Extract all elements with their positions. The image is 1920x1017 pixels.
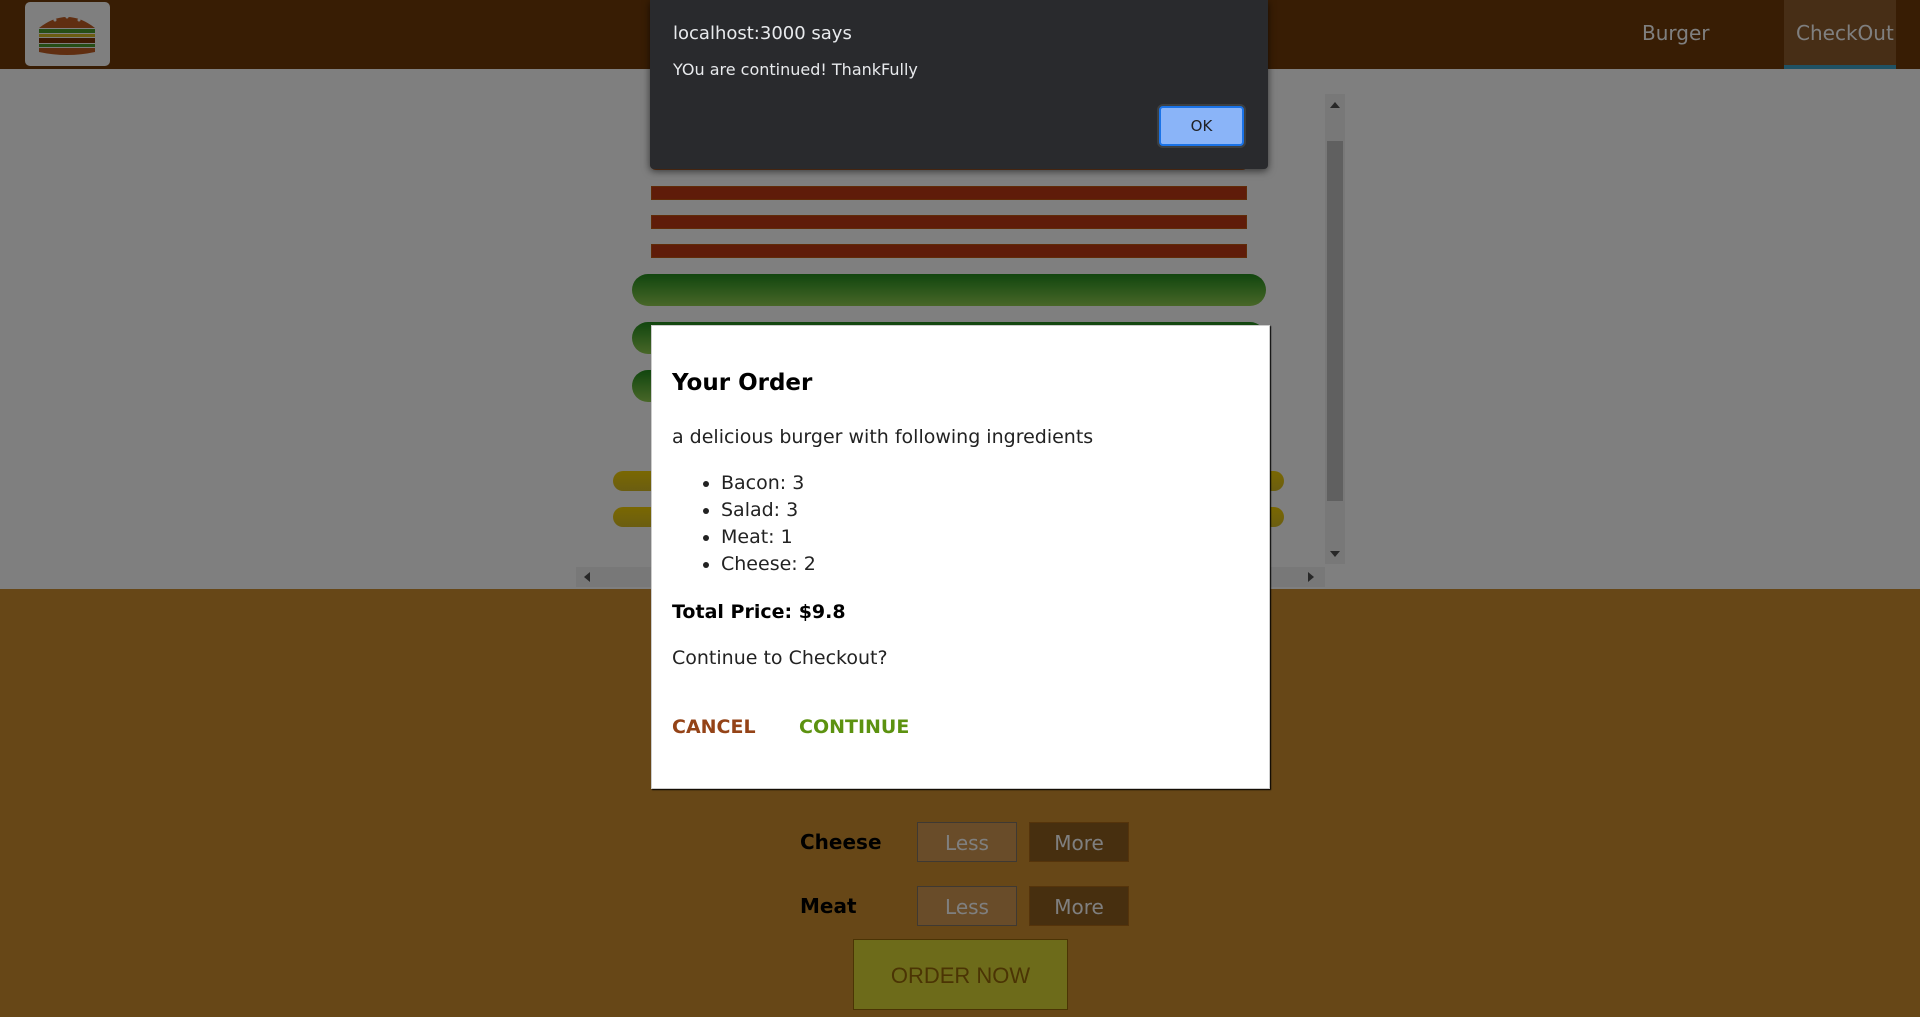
alert-message: YOu are continued! ThankFully bbox=[673, 60, 918, 79]
list-item: Salad: 3 bbox=[721, 497, 816, 524]
checkout-question: Continue to Checkout? bbox=[672, 647, 888, 669]
ok-button[interactable]: OK bbox=[1159, 106, 1244, 146]
continue-button[interactable]: CONTINUE bbox=[799, 716, 909, 738]
list-item: Bacon: 3 bbox=[721, 470, 816, 497]
browser-alert-dialog: localhost:3000 says YOu are continued! T… bbox=[650, 0, 1268, 169]
modal-intro: a delicious burger with following ingred… bbox=[672, 426, 1094, 448]
modal-title: Your Order bbox=[672, 370, 813, 396]
alert-title: localhost:3000 says bbox=[673, 23, 852, 44]
total-price: Total Price: $9.8 bbox=[672, 601, 846, 623]
list-item: Meat: 1 bbox=[721, 524, 816, 551]
cancel-button[interactable]: CANCEL bbox=[672, 716, 756, 738]
list-item: Cheese: 2 bbox=[721, 551, 816, 578]
order-summary-modal: Your Order a delicious burger with follo… bbox=[651, 325, 1270, 789]
ingredient-list: Bacon: 3 Salad: 3 Meat: 1 Cheese: 2 bbox=[672, 470, 816, 578]
